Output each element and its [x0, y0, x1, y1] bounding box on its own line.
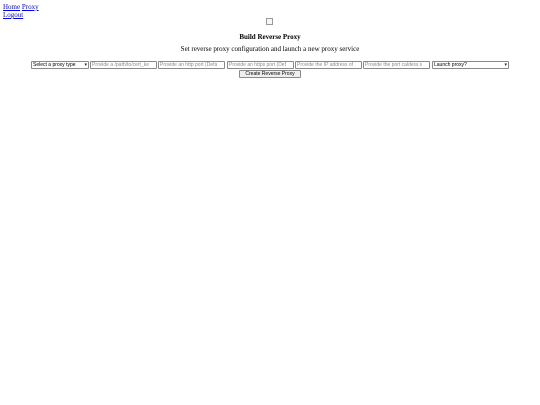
nav-proxy-link[interactable]: Proxy — [22, 3, 39, 11]
page-title: Build Reverse Proxy — [239, 33, 301, 41]
page-subtitle: Set reverse proxy configuration and laun… — [180, 45, 360, 53]
create-reverse-proxy-button[interactable]: Create Reverse Proxy — [239, 70, 301, 78]
top-nav: Home Proxy Logout — [3, 3, 39, 19]
http-port-input[interactable]: Provide an http port (Defa — [158, 61, 225, 69]
proxy-type-select[interactable]: Select a proxy type ▾ — [31, 61, 89, 69]
caldera-port-input[interactable]: Provide the port caldera s — [363, 61, 430, 69]
launch-proxy-select[interactable]: Launch proxy? ▾ — [432, 61, 509, 69]
chevron-down-icon: ▾ — [504, 62, 507, 68]
chevron-down-icon: ▾ — [84, 62, 87, 68]
launch-proxy-selected: Launch proxy? — [434, 62, 467, 68]
nav-logout-link[interactable]: Logout — [3, 11, 23, 19]
broken-image-icon — [266, 18, 273, 25]
ip-address-input[interactable]: Provide the IP address of — [295, 61, 362, 69]
cert-key-path-input[interactable]: Provide a /path/to/cert_ke — [90, 61, 157, 69]
nav-home-link[interactable]: Home — [3, 3, 20, 11]
https-port-input[interactable]: Provide an https port (Def — [227, 61, 294, 69]
proxy-type-selected: Select a proxy type — [33, 62, 76, 68]
